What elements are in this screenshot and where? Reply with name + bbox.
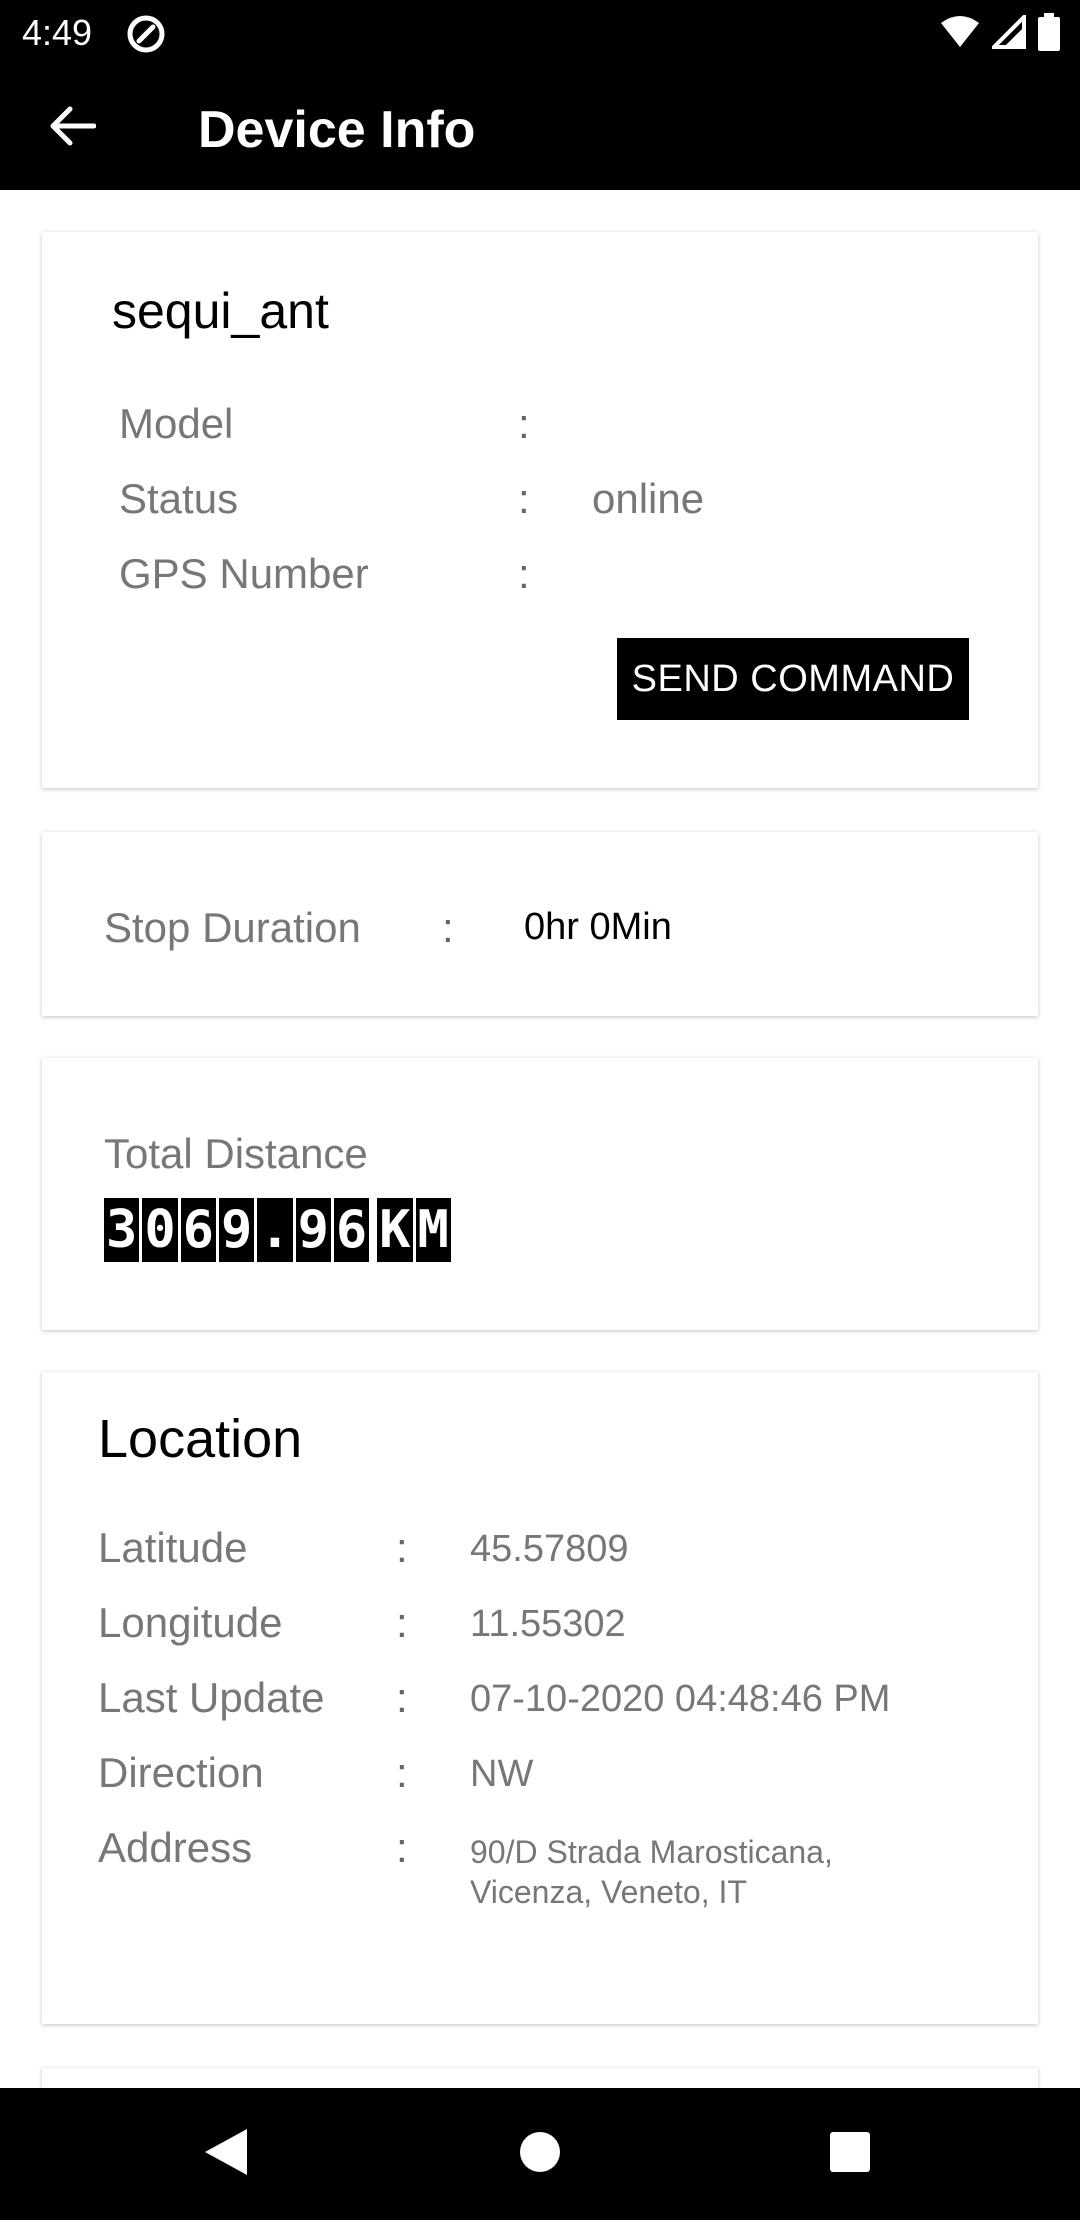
odometer-unit-char: K [377, 1198, 413, 1262]
latitude-value: 45.57809 [470, 1528, 629, 1570]
location-title: Location [98, 1409, 303, 1469]
odometer-digit: 9 [218, 1198, 255, 1262]
nav-back-icon [203, 2127, 249, 2182]
location-card: Location Latitude : 45.57809 Longitude :… [42, 1372, 1038, 2024]
status-colon: : [518, 475, 530, 522]
odometer-digit: . [257, 1198, 293, 1262]
device-card: sequi_ant Model : Status : online GPS Nu… [42, 232, 1038, 788]
stop-duration-label: Stop Duration [104, 904, 361, 951]
total-distance-card: Total Distance 3 0 6 9 . 9 6 K M [42, 1058, 1038, 1330]
status-time: 4:49 [22, 12, 93, 53]
address-label: Address [98, 1824, 253, 1871]
nav-home-icon [518, 2130, 562, 2179]
nav-home-button[interactable] [504, 2118, 576, 2190]
cell-signal-icon [989, 11, 1026, 54]
device-name: sequi_ant [112, 283, 329, 339]
status-value: online [592, 475, 705, 522]
odometer-unit-char: M [415, 1198, 451, 1262]
last-update-label: Last Update [98, 1674, 325, 1721]
send-command-button[interactable]: SEND COMMAND [617, 638, 969, 720]
model-label: Model [119, 400, 234, 447]
odometer-digits: 3 0 6 9 . 9 6 [104, 1198, 370, 1262]
navigation-bar [0, 2088, 1080, 2220]
nav-recents-button[interactable] [814, 2118, 886, 2190]
stop-duration-value: 0hr 0Min [524, 906, 672, 948]
odometer-digit: 6 [180, 1198, 216, 1262]
model-colon: : [518, 400, 530, 447]
at-sign-icon [126, 14, 166, 54]
gps-number-colon: : [518, 550, 530, 597]
gps-number-label: GPS Number [119, 550, 369, 597]
address-line-2: Vicenza, Veneto, IT [470, 1874, 747, 1910]
longitude-label: Longitude [98, 1599, 283, 1646]
nav-recents-icon [829, 2131, 871, 2178]
arrow-back-icon [48, 106, 97, 151]
last-update-value: 07-10-2020 04:48:46 PM [470, 1678, 891, 1720]
direction-colon: : [396, 1749, 408, 1796]
odometer-display: 3 0 6 9 . 9 6 K M [104, 1198, 451, 1262]
status-label: Status [119, 475, 239, 522]
direction-value: NW [470, 1753, 534, 1795]
latitude-label: Latitude [98, 1524, 248, 1571]
battery-icon [1038, 12, 1060, 56]
odometer-digit: 3 [104, 1198, 140, 1262]
app-bar: Device Info [0, 66, 1080, 190]
odometer-digit: 0 [142, 1198, 178, 1262]
latitude-colon: : [396, 1524, 408, 1571]
address-line-1: 90/D Strada Marosticana, [470, 1834, 833, 1870]
page-title: Device Info [198, 101, 476, 159]
back-button[interactable] [40, 96, 104, 160]
wifi-icon [940, 15, 980, 54]
longitude-colon: : [396, 1599, 408, 1646]
status-icons [940, 11, 1060, 56]
odometer-digit: 6 [333, 1198, 370, 1262]
address-colon: : [396, 1824, 408, 1871]
nav-back-button[interactable] [190, 2118, 262, 2190]
stop-duration-card: Stop Duration : 0hr 0Min [42, 832, 1038, 1016]
direction-label: Direction [98, 1749, 264, 1796]
address-value: 90/D Strada Marosticana, Vicenza, Veneto… [470, 1832, 970, 1912]
total-distance-label: Total Distance [104, 1130, 368, 1177]
longitude-value: 11.55302 [470, 1603, 626, 1645]
status-bar: 4:49 [0, 0, 1080, 66]
odometer-digit: 9 [295, 1198, 331, 1262]
last-update-colon: : [396, 1674, 408, 1721]
stop-duration-colon: : [442, 904, 454, 951]
odometer-unit: K M [377, 1198, 451, 1262]
